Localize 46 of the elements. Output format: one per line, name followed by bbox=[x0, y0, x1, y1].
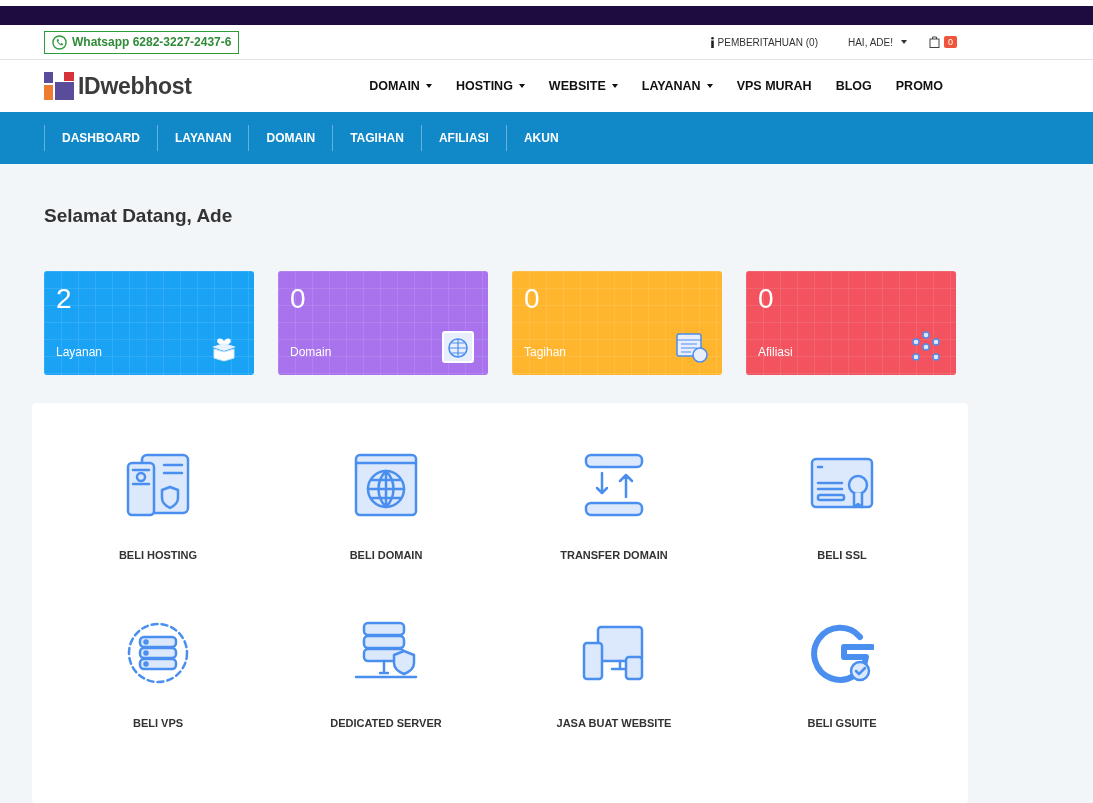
nav-menu-item[interactable]: HOSTING bbox=[455, 79, 525, 93]
stat-value: 0 bbox=[290, 283, 306, 315]
dashboard-nav-tab[interactable]: LAYANAN bbox=[157, 125, 249, 151]
whatsapp-icon bbox=[52, 34, 67, 50]
globe-window-icon bbox=[442, 331, 474, 363]
dashboard-nav-tab[interactable]: AKUN bbox=[505, 125, 576, 151]
stat-label: Domain bbox=[290, 345, 332, 359]
stat-value: 0 bbox=[524, 283, 540, 315]
action-link[interactable]: BELI SSL bbox=[817, 549, 867, 561]
transfer-arrows-icon bbox=[582, 453, 646, 517]
info-icon bbox=[709, 36, 715, 48]
stat-label: Layanan bbox=[56, 345, 103, 359]
nav-menu-item[interactable]: VPS MURAH bbox=[736, 79, 812, 93]
action-link[interactable]: JASA BUAT WEBSITE bbox=[556, 717, 672, 729]
cart-count-badge: 0 bbox=[944, 36, 957, 48]
dashboard-nav-tab[interactable]: DASHBOARD bbox=[44, 125, 157, 151]
logo-text: IDwebhost bbox=[78, 72, 192, 100]
network-people-icon bbox=[910, 331, 942, 363]
bag-icon bbox=[929, 36, 940, 48]
welcome-heading: Selamat Datang, Ade bbox=[44, 205, 234, 228]
globe-window-icon bbox=[354, 453, 418, 517]
nav-menu-item[interactable]: LAYANAN bbox=[641, 79, 713, 93]
calendar-coin-icon bbox=[676, 331, 708, 363]
stat-label: Tagihan bbox=[524, 345, 567, 359]
action-link[interactable]: BELI HOSTING bbox=[118, 549, 198, 561]
server-shield-icon bbox=[126, 453, 190, 517]
nav-menu-item[interactable]: PROMO bbox=[895, 79, 943, 93]
dashboard-nav-tab[interactable]: TAGIHAN bbox=[332, 125, 421, 151]
notifications-link[interactable]: PEMBERITAHUAN (0) bbox=[709, 36, 818, 48]
action-link[interactable]: BELI GSUITE bbox=[807, 717, 877, 729]
whatsapp-link[interactable]: Whatsapp 6282-3227-2437-6 bbox=[44, 30, 240, 54]
action-link[interactable]: DEDICATED SERVER bbox=[330, 717, 442, 729]
nav-menu-item[interactable]: BLOG bbox=[835, 79, 872, 93]
stat-value: 0 bbox=[758, 283, 774, 315]
nav-menu-item[interactable]: WEBSITE bbox=[548, 79, 618, 93]
user-menu[interactable]: HAI, ADE! bbox=[847, 36, 907, 48]
dashboard-nav-tab[interactable]: DOMAIN bbox=[248, 125, 333, 151]
action-link[interactable]: TRANSFER DOMAIN bbox=[560, 549, 668, 561]
logo-icon bbox=[44, 72, 74, 100]
stat-label: Afiliasi bbox=[758, 345, 793, 359]
stat-value: 2 bbox=[56, 283, 72, 315]
nav-menu-item[interactable]: DOMAIN bbox=[369, 79, 432, 93]
action-link[interactable]: BELI VPS bbox=[132, 717, 184, 729]
dashboard-nav-tab[interactable]: AFILIASI bbox=[420, 125, 506, 151]
server-cycle-icon bbox=[126, 621, 190, 685]
action-link[interactable]: BELI DOMAIN bbox=[349, 549, 423, 561]
